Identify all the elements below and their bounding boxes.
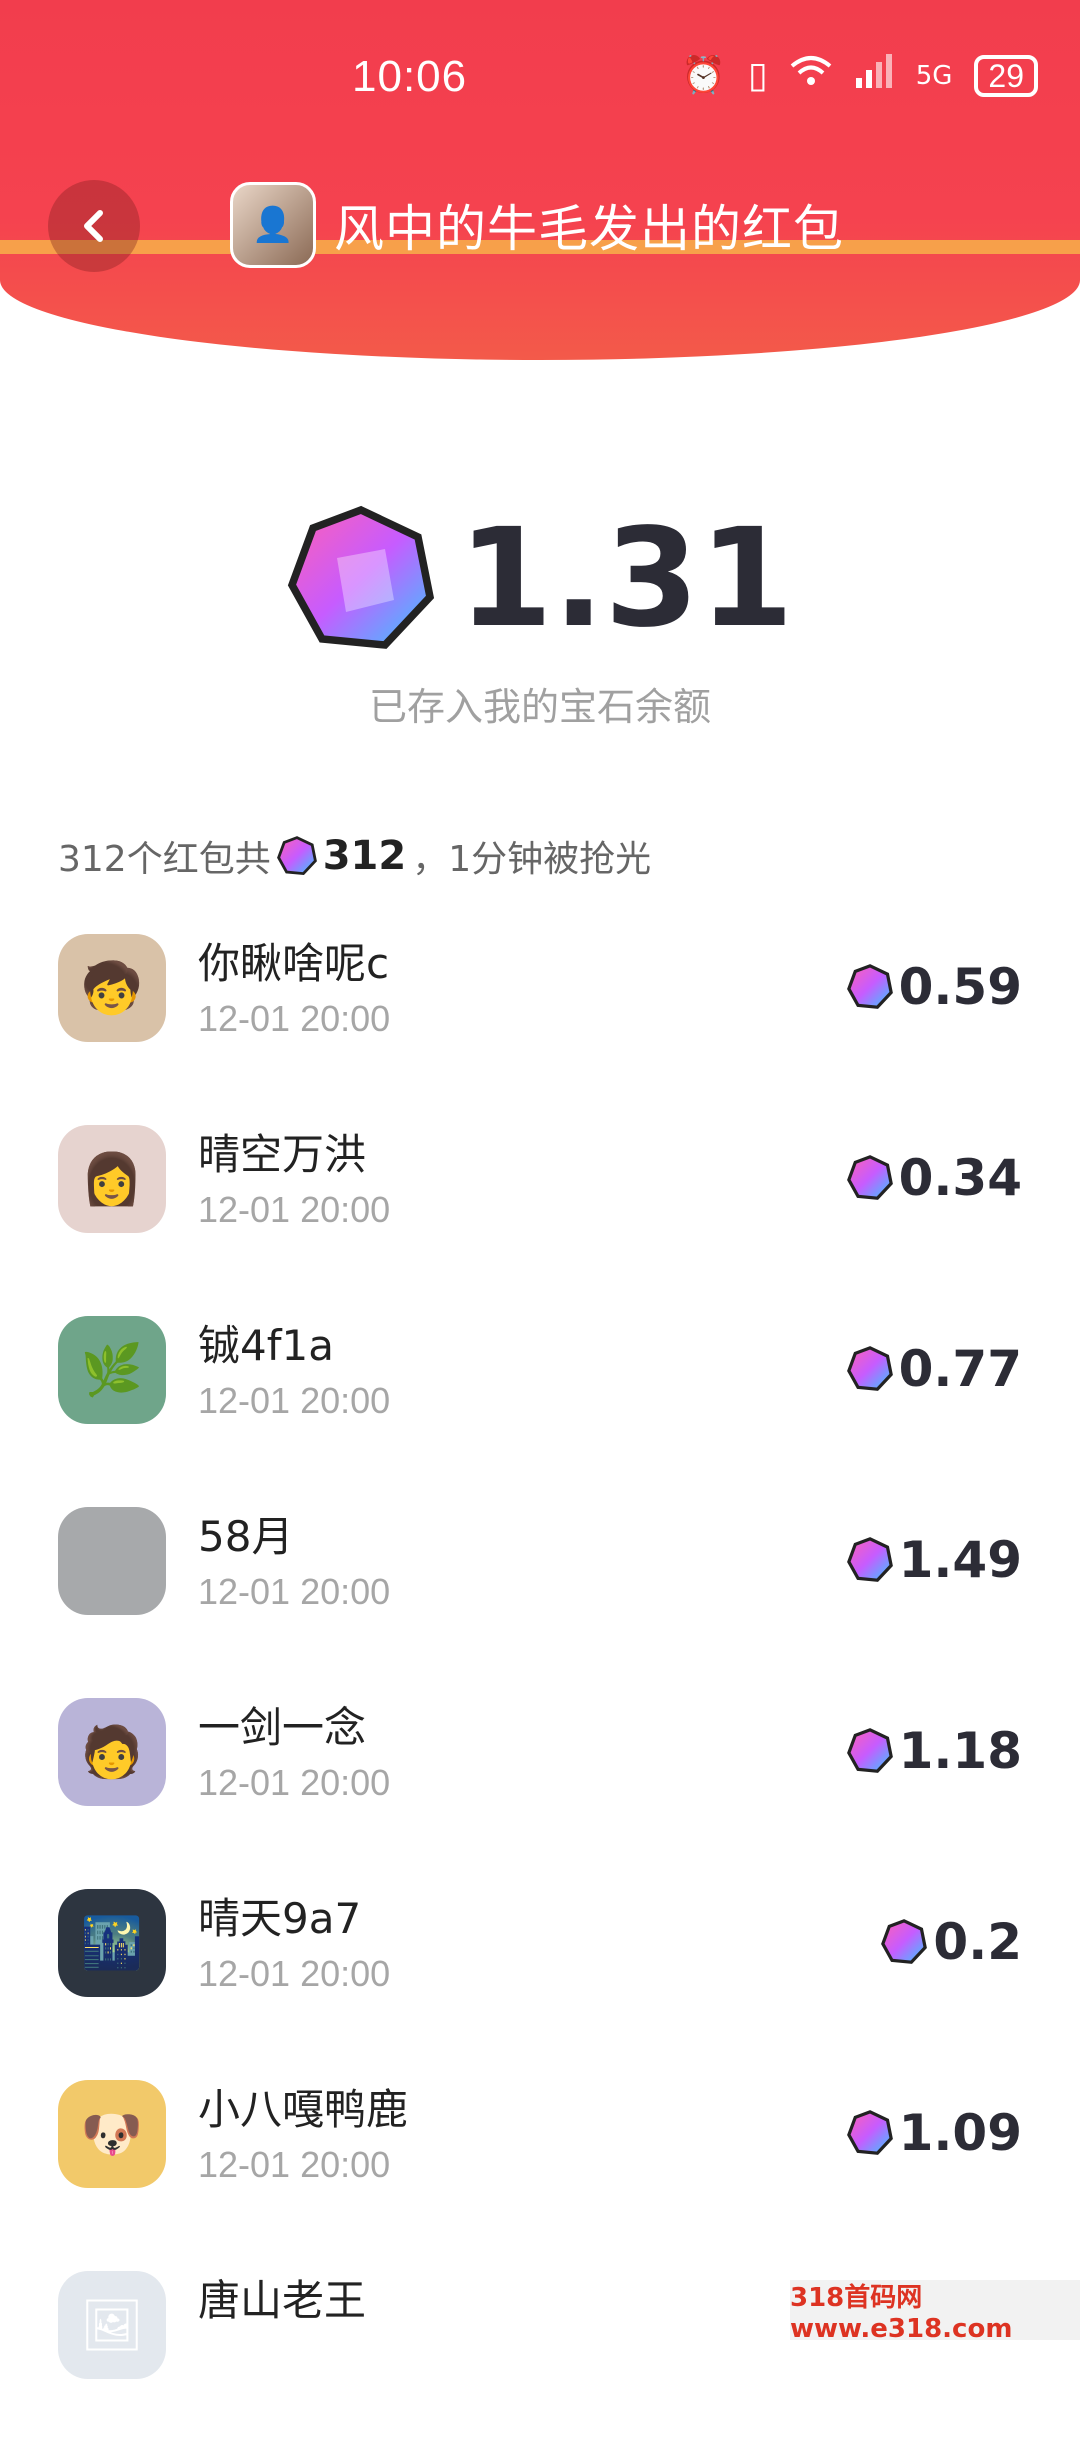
- list-item[interactable]: 🧑 一剑一念 12-01 20:00 1.18: [0, 1694, 1080, 1885]
- gem-icon: [846, 964, 893, 1009]
- gem-icon: [276, 836, 317, 876]
- recipient-time: 12-01 20:00: [198, 2144, 391, 2185]
- clock: 10:06: [352, 52, 468, 101]
- recipient-name: 铖4f1a: [198, 1321, 334, 1370]
- avatar[interactable]: 🖼: [58, 2271, 166, 2379]
- gem-icon: [846, 1155, 893, 1200]
- recipient-time: 12-01 20:00: [198, 1189, 391, 1230]
- avatar[interactable]: 🧑: [58, 1698, 166, 1806]
- recipient-amount: 1.49: [846, 1531, 1022, 1589]
- battery-indicator: 29: [974, 54, 1038, 97]
- recipient-name: 你瞅啥呢c: [198, 939, 390, 988]
- recipient-amount: 0.34: [846, 1149, 1022, 1207]
- chevron-left-icon: [84, 210, 103, 242]
- status-icons: ⏰ ▯ 5G 29: [681, 54, 1038, 97]
- recipient-name: 小八嘎鸭鹿: [198, 2085, 409, 2134]
- list-item[interactable]: 🧒 你瞅啥呢c 12-01 20:00 0.59: [0, 930, 1080, 1121]
- recipient-name: 唐山老王: [198, 2276, 367, 2325]
- recipient-amount: 0.59: [846, 958, 1022, 1016]
- recipient-name: 一剑一念: [198, 1703, 367, 1752]
- network-5g-label: 5G: [915, 60, 953, 91]
- list-item[interactable]: 🌿 铖4f1a 12-01 20:00 0.77: [0, 1312, 1080, 1503]
- amount-value: 1.09: [898, 2104, 1022, 2162]
- recipient-time: 12-01 20:00: [198, 1953, 391, 1994]
- gem-icon: [288, 505, 435, 649]
- gem-icon: [846, 1346, 893, 1391]
- amount-value: 1.18: [898, 1722, 1022, 1780]
- list-item[interactable]: 👩 晴空万洪 12-01 20:00 0.34: [0, 1121, 1080, 1312]
- amount-value: 0.77: [898, 1340, 1022, 1398]
- avatar[interactable]: 🐶: [58, 2080, 166, 2188]
- recipient-amount: 1.18: [846, 1722, 1022, 1780]
- received-amount: 1.31: [0, 500, 1080, 658]
- gem-icon: [846, 2110, 893, 2155]
- signal-icon: [854, 54, 894, 97]
- gem-icon: [881, 1919, 928, 1964]
- amount-caption: 已存入我的宝石余额: [368, 685, 711, 729]
- page-title: 风中的牛毛发出的红包: [334, 200, 844, 258]
- recipient-amount: 0.77: [846, 1340, 1022, 1398]
- avatar[interactable]: 🌿: [58, 1316, 166, 1424]
- amount-value: 0.2: [933, 1913, 1022, 1971]
- avatar[interactable]: 👩: [58, 1125, 166, 1233]
- recipient-name: 58月: [198, 1512, 294, 1561]
- list-item[interactable]: 🐶 小八嘎鸭鹿 12-01 20:00 1.09: [0, 2076, 1080, 2267]
- packet-summary: 312个红包共 312 ，1分钟被抢光: [58, 830, 651, 882]
- gem-icon: [846, 1728, 893, 1773]
- recipient-amount: 0.2: [881, 1913, 1022, 1971]
- recipient-time: 12-01 20:00: [198, 1762, 391, 1803]
- status-bar: 10:06 ⏰ ▯ 5G 29: [0, 40, 1080, 120]
- avatar[interactable]: [58, 1507, 166, 1615]
- summary-prefix: 312个红包共: [58, 839, 271, 880]
- gem-icon: [846, 1537, 893, 1582]
- list-item[interactable]: 🌃 晴天9a7 12-01 20:00 0.2: [0, 1885, 1080, 2076]
- recipient-name: 晴空万洪: [198, 1130, 367, 1179]
- amount-value: 0.59: [898, 958, 1022, 1016]
- sender-avatar[interactable]: 👤: [230, 182, 316, 268]
- summary-suffix: ，1分钟被抢光: [412, 839, 652, 880]
- watermark: 318首码网 www.e318.com: [790, 2280, 1080, 2344]
- amount-value: 1.31: [458, 500, 794, 658]
- recipient-time: 12-01 20:00: [198, 1571, 391, 1612]
- alarm-icon: ⏰: [681, 54, 726, 96]
- amount-value: 1.49: [898, 1531, 1022, 1589]
- back-button[interactable]: [48, 180, 140, 272]
- red-packet-header: 10:06 ⏰ ▯ 5G 29 👤 风中的牛毛发出的红包: [0, 0, 1080, 360]
- header-title-group: 👤 风中的牛毛发出的红包: [230, 182, 844, 268]
- vibrate-icon: ▯: [747, 54, 768, 96]
- recipient-time: 12-01 20:00: [198, 1380, 391, 1421]
- wifi-icon: [790, 54, 832, 97]
- recipient-list: 🧒 你瞅啥呢c 12-01 20:00 0.59 👩 晴空万洪 12-01 20…: [0, 930, 1080, 2458]
- summary-total: 312: [322, 833, 407, 879]
- recipient-name: 晴天9a7: [198, 1894, 362, 1943]
- avatar[interactable]: 🧒: [58, 934, 166, 1042]
- amount-value: 0.34: [898, 1149, 1022, 1207]
- recipient-amount: 1.09: [846, 2104, 1022, 2162]
- recipient-time: 12-01 20:00: [198, 998, 391, 1039]
- list-item[interactable]: 58月 12-01 20:00 1.49: [0, 1503, 1080, 1694]
- avatar[interactable]: 🌃: [58, 1889, 166, 1997]
